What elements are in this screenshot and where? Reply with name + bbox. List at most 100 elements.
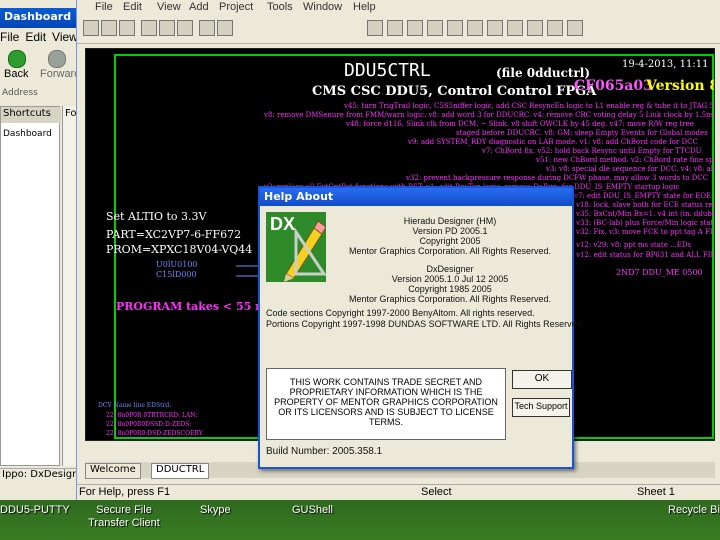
app-toolbar bbox=[77, 16, 720, 44]
desktop-icon-recycle-bin[interactable]: Recycle Bin bbox=[668, 504, 720, 517]
tab-welcome[interactable]: Welcome bbox=[85, 463, 141, 479]
info-line: Mentor Graphics Corporation. All Rights … bbox=[348, 246, 552, 256]
build-number: Build Number: 2005.358.1 bbox=[266, 446, 383, 457]
status-sheet: Sheet 1 bbox=[637, 486, 675, 498]
menu-project[interactable]: Project bbox=[219, 1, 253, 13]
version-label: Version 85 bbox=[646, 78, 714, 94]
app-menu-bar: File Edit View Add Project Tools Window … bbox=[77, 0, 720, 16]
save-icon[interactable] bbox=[119, 20, 135, 36]
dialog-title: Help About bbox=[264, 190, 334, 203]
forward-button[interactable]: Forward bbox=[40, 68, 76, 80]
browser-menu-view[interactable]: View bbox=[52, 30, 76, 44]
note-line: v12: edit status for BP631 and ALL FIFOs bbox=[576, 251, 715, 259]
dialog-title-bar[interactable]: Help About bbox=[260, 188, 572, 206]
schematic-subtitle: CMS CSC DDU5, Control Control FPGA bbox=[312, 84, 597, 99]
info-line: Version PD 2005.1 bbox=[412, 226, 488, 236]
note-line: v35: BxCnt/Min Bx=1. v4 int (in. ddubigg… bbox=[576, 210, 715, 218]
browser-menu-edit[interactable]: Edit bbox=[25, 30, 46, 44]
info-line: Copyright 1985 2005 bbox=[408, 284, 492, 294]
net-label: C15lD000 bbox=[156, 270, 197, 279]
print-icon[interactable] bbox=[367, 20, 383, 36]
note-line: v32: Fix. v3: move FCK to ppt tag A FLig… bbox=[576, 228, 715, 236]
browser-window: Dashboard File Edit View Back Forward Addr… bbox=[0, 0, 77, 500]
menu-edit[interactable]: Edit bbox=[123, 1, 142, 13]
desktop-icon-skype[interactable]: Skype bbox=[200, 504, 231, 517]
new-icon[interactable] bbox=[83, 20, 99, 36]
pan-icon[interactable] bbox=[447, 20, 463, 36]
menu-view[interactable]: View bbox=[157, 1, 181, 13]
forward-arrow-icon[interactable] bbox=[48, 50, 66, 68]
menu-add[interactable]: Add bbox=[189, 1, 209, 13]
bottom-note: DCV Name line EDStrd: bbox=[98, 402, 172, 409]
note-line: v32: prevent backpressure response durin… bbox=[406, 174, 709, 182]
note-line: v45: turn TrigTrail logic, C5S5niffer lo… bbox=[344, 102, 715, 110]
info-line: Copyright 2005 bbox=[419, 236, 481, 246]
menu-tools[interactable]: Tools bbox=[267, 1, 293, 13]
shortcut-dashboard[interactable]: Dashboard bbox=[3, 129, 52, 139]
browser-title-bar[interactable]: Dashboard bbox=[0, 8, 76, 28]
note-line: v51: new ChBord method. v2: ChBord rate … bbox=[536, 156, 714, 164]
redo-icon[interactable] bbox=[217, 20, 233, 36]
note-line: v48: force d116, Slink clk from DCM. ~ S… bbox=[346, 120, 694, 128]
menu-file[interactable]: File bbox=[95, 1, 113, 13]
net-label: U0lU0100 bbox=[156, 260, 198, 269]
schematic-date: 19-4-2013, 11:11 bbox=[622, 59, 709, 70]
component-icon[interactable] bbox=[527, 20, 543, 36]
browser-menu-bar: File Edit View bbox=[0, 30, 76, 48]
browser-title: Dashboard bbox=[4, 10, 72, 23]
back-arrow-icon[interactable] bbox=[8, 50, 26, 68]
cut-icon[interactable] bbox=[141, 20, 157, 36]
shortcuts-panel-title: Shortcuts bbox=[1, 107, 61, 123]
tab-dductrl[interactable]: DDUCTRL bbox=[151, 463, 210, 479]
desktop-icon-putty[interactable]: DDU5-PUTTY bbox=[0, 504, 70, 517]
altio-note: Set ALTIO to 3.3V bbox=[106, 210, 207, 223]
pencil-icon bbox=[284, 220, 326, 282]
zoom-in-icon[interactable] bbox=[387, 20, 403, 36]
menu-window[interactable]: Window bbox=[303, 1, 342, 13]
version-tag: 2ND7 DDU_ME 0500 bbox=[616, 268, 703, 277]
text-icon[interactable] bbox=[547, 20, 563, 36]
tab-label: Welcome bbox=[90, 464, 136, 475]
net-label-icon[interactable] bbox=[507, 20, 523, 36]
address-label: Address bbox=[2, 88, 38, 98]
status-mode: Select bbox=[421, 486, 452, 498]
info-line: Version 2005.1.0 Jul 12 2005 bbox=[391, 274, 509, 284]
browser-nav: Back Forward bbox=[0, 50, 76, 86]
ok-button[interactable]: OK bbox=[512, 370, 572, 389]
browser-menu-file[interactable]: File bbox=[0, 30, 19, 44]
bottom-note: 22: 8n0P0R 0TRTRCRD: LAN: bbox=[106, 412, 198, 419]
zoom-out-icon[interactable] bbox=[407, 20, 423, 36]
tab-label: DDUCTRL bbox=[156, 464, 205, 475]
desktop-icon-sftp[interactable]: Secure File Transfer Client bbox=[84, 504, 164, 530]
copy-icon[interactable] bbox=[159, 20, 175, 36]
prom-note: PROM=XPXC18V04-VQ44 bbox=[106, 243, 253, 256]
portions-copyright: Portions Copyright 1997-1998 DUNDAS SOFT… bbox=[266, 319, 585, 329]
note-line: v9: add SYSTEM_RDY diagnostic on LAB mod… bbox=[408, 138, 698, 146]
paste-icon[interactable] bbox=[177, 20, 193, 36]
menu-help[interactable]: Help bbox=[353, 1, 376, 13]
desktop-bottom-row: DDU5-PUTTY Secure File Transfer Client S… bbox=[0, 500, 720, 540]
zoom-fit-icon[interactable] bbox=[427, 20, 443, 36]
info-line: DxDesigner bbox=[426, 264, 474, 274]
desktop-icon-gushell[interactable]: GUShell bbox=[292, 504, 333, 517]
help-icon[interactable] bbox=[567, 20, 583, 36]
app-status-bar: For Help, press F1 Select Sheet 1 bbox=[77, 484, 720, 500]
bus-icon[interactable] bbox=[487, 20, 503, 36]
note-line: v7: edit DDU_IS_EMPTY state for EOE logi… bbox=[574, 192, 715, 200]
wire-icon[interactable] bbox=[467, 20, 483, 36]
part-note: PART=XC2VP7-6-FF672 bbox=[106, 228, 242, 241]
shortcuts-panel: Shortcuts Dashboard bbox=[0, 106, 61, 466]
undo-icon[interactable] bbox=[199, 20, 215, 36]
back-button[interactable]: Back bbox=[4, 68, 28, 80]
schematic-title: DDU5CTRL bbox=[344, 60, 431, 81]
note-line: v8: remove DMSenure from FMM/warn logic.… bbox=[264, 111, 715, 119]
info-line: Mentor Graphics Corporation. All Rights … bbox=[348, 294, 552, 304]
version-code: CF065a03 bbox=[574, 78, 653, 94]
note-line: v18: lock, slave both for ECE status reg… bbox=[576, 201, 714, 209]
note-line: v3: v8: special dle sequence for DCC. v4… bbox=[546, 165, 714, 173]
open-icon[interactable] bbox=[101, 20, 117, 36]
tech-support-button[interactable]: Tech Support bbox=[512, 398, 570, 417]
bottom-note: 22: 8n0P0R0DSSD:D:ZEDS: bbox=[106, 421, 192, 428]
help-about-dialog: Help About DX Hieradu Designer (HM) Vers… bbox=[258, 186, 584, 469]
folders-panel-title: Fo bbox=[62, 106, 76, 466]
